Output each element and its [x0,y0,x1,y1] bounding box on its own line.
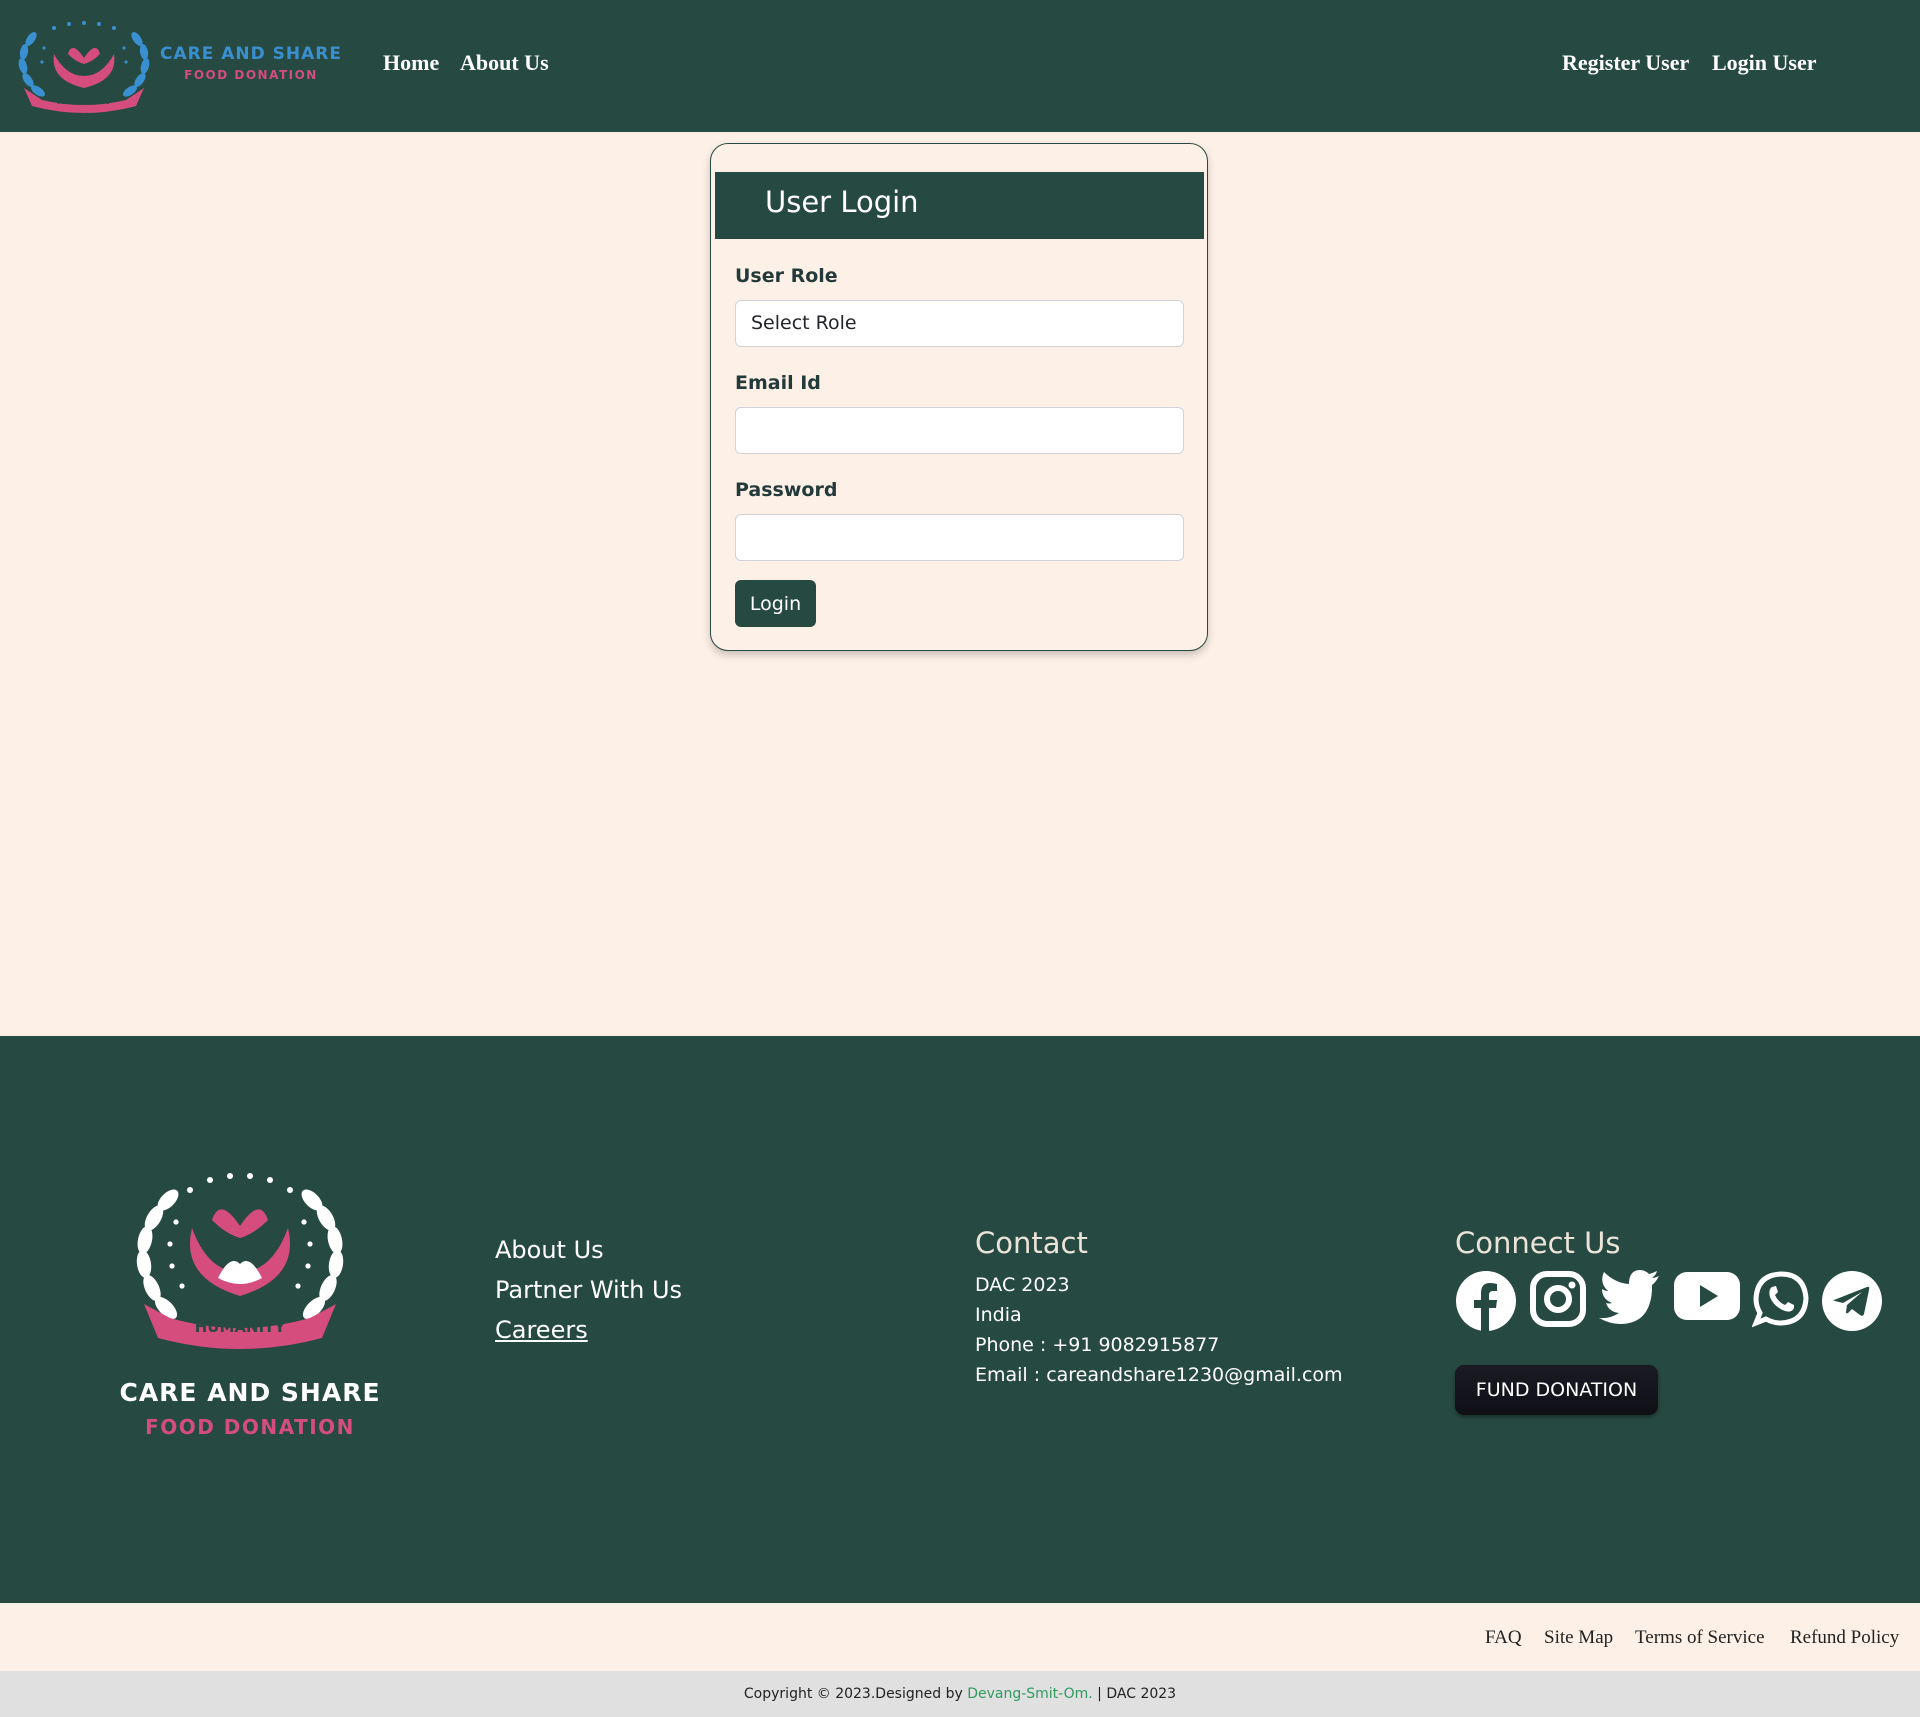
footer-brand: CARE AND SHARE FOOD DONATION [100,1378,400,1439]
role-select[interactable]: Select Role [735,300,1184,347]
contact-org: DAC 2023 [975,1274,1070,1296]
copyright-suffix: | DAC 2023 [1092,1686,1177,1702]
brand-subtitle: FOOD DONATION [184,68,318,82]
site-map-link[interactable]: Site Map [1544,1627,1613,1649]
faq-link[interactable]: FAQ [1485,1627,1522,1649]
footer-careers-link[interactable]: Careers [495,1316,588,1344]
footer-partner-link[interactable]: Partner With Us [495,1276,682,1304]
footer-about-link[interactable]: About Us [495,1236,604,1264]
telegram-icon[interactable] [1821,1270,1883,1332]
nav-home-link[interactable]: Home [383,50,439,76]
login-card: User Login User Role Select Role Email I… [710,143,1208,651]
fund-donation-button[interactable]: FUND DONATION [1455,1365,1658,1415]
copyright-bar: Copyright © 2023.Designed by Devang-Smit… [0,1671,1920,1717]
copyright-prefix: Copyright © 2023.Designed by [743,1686,968,1702]
login-button[interactable]: Login [735,580,816,627]
footer-brand-subtitle: FOOD DONATION [145,1415,355,1439]
nav-about-link[interactable]: About Us [460,50,549,76]
youtube-icon[interactable] [1673,1270,1741,1322]
role-label: User Role [735,265,838,287]
legal-links-bar: FAQ Site Map Terms of Service Refund Pol… [0,1603,1920,1671]
terms-link[interactable]: Terms of Service [1635,1627,1765,1649]
twitter-icon[interactable] [1598,1270,1660,1324]
brand[interactable]: CARE AND SHARE FOOD DONATION [160,44,342,82]
login-title: User Login [765,185,919,219]
humanity-logo-icon: HUMANITY [136,1173,344,1349]
brand-title: CARE AND SHARE [160,44,342,64]
contact-country: India [975,1304,1022,1326]
login-card-header: User Login [715,172,1204,239]
refund-policy-link[interactable]: Refund Policy [1790,1627,1899,1649]
whatsapp-icon[interactable] [1752,1270,1810,1328]
nav-register-link[interactable]: Register User [1562,50,1689,76]
nav-login-link[interactable]: Login User [1712,50,1817,76]
email-label: Email Id [735,372,821,394]
facebook-icon[interactable] [1455,1270,1517,1332]
author-link[interactable]: Devang-Smit-Om. [967,1686,1093,1702]
email-input[interactable] [735,407,1184,454]
password-label: Password [735,479,838,501]
contact-phone: Phone : +91 9082915877 [975,1334,1220,1356]
contact-email: Email : careandshare1230@gmail.com [975,1364,1343,1386]
role-select-value: Select Role [751,312,857,334]
instagram-icon[interactable] [1530,1270,1586,1328]
connect-heading: Connect Us [1455,1226,1621,1260]
logo-ribbon-text: HUMANITY [57,97,112,107]
humanity-logo-icon[interactable]: HUMANITY [14,18,154,116]
logo-ribbon-text: HUMANITY [195,1318,287,1336]
contact-heading: Contact [975,1226,1088,1260]
password-input[interactable] [735,514,1184,561]
footer-brand-title: CARE AND SHARE [119,1378,381,1407]
navbar: HUMANITY CARE AND SHARE FOOD DONATION Ho… [0,0,1920,132]
